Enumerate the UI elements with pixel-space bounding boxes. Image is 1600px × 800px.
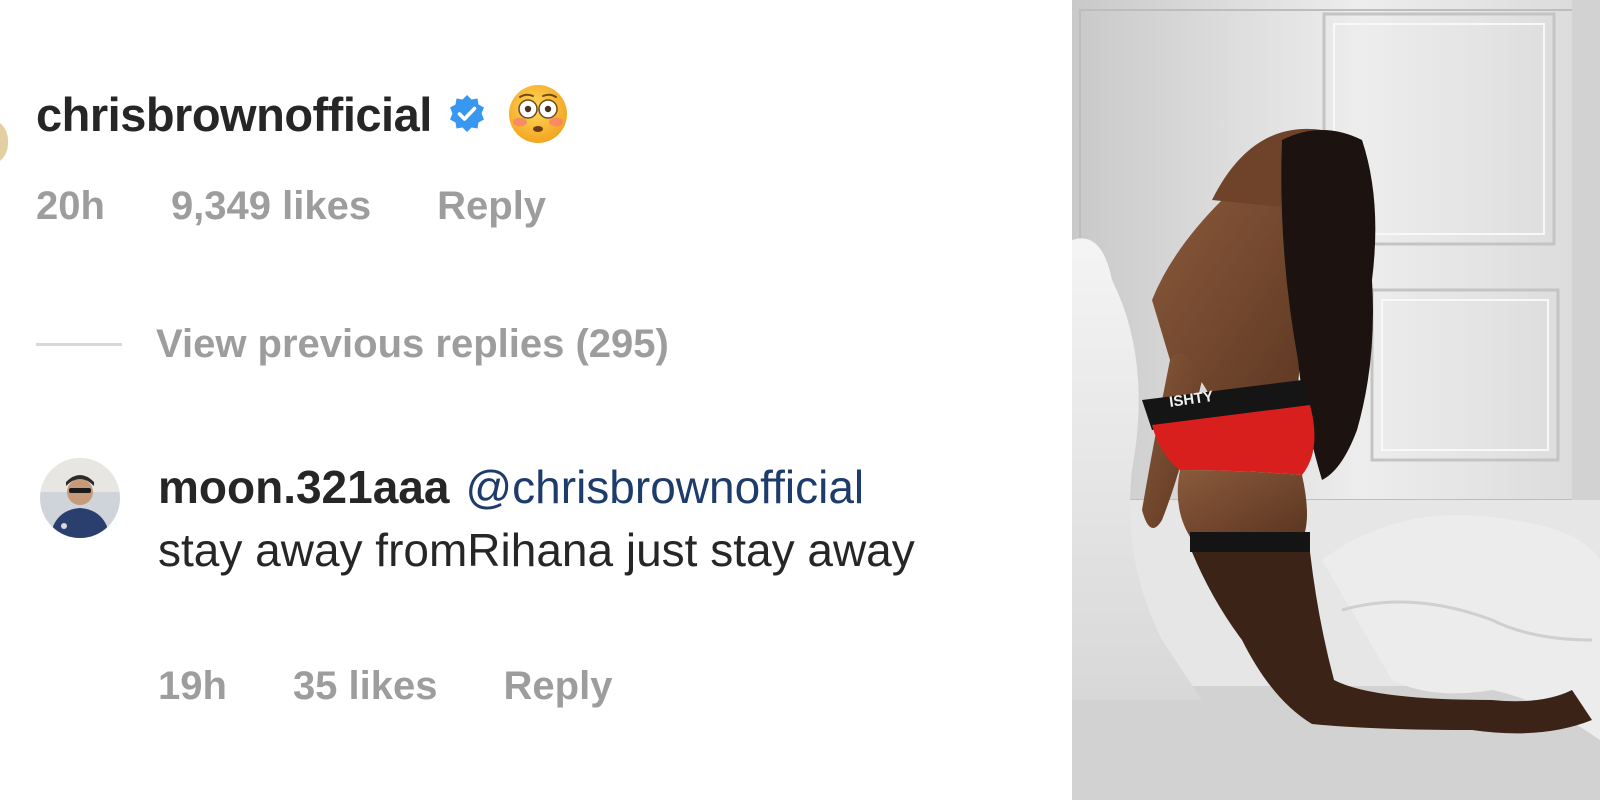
reply-reply-button[interactable]: Reply	[504, 664, 613, 709]
replies-divider	[36, 343, 122, 346]
flushed-face-emoji	[506, 82, 570, 146]
reply-avatar[interactable]	[40, 458, 120, 538]
photo-panel: ISHTY	[1072, 0, 1600, 800]
reply-mention-link[interactable]: @chrisbrownofficial	[465, 461, 864, 513]
verified-badge-icon	[446, 93, 488, 135]
comment-meta: 20h 9,349 likes Reply	[36, 184, 546, 229]
view-previous-replies-button[interactable]: View previous replies (295)	[36, 322, 669, 367]
reply-text: stay away fromRihana just stay away	[158, 524, 915, 576]
comment-username[interactable]: chrisbrownofficial	[36, 87, 432, 142]
view-previous-replies-label: View previous replies (295)	[156, 322, 669, 366]
photo-image: ISHTY	[1072, 0, 1600, 800]
reply-likes[interactable]: 35 likes	[293, 664, 438, 709]
comment-reply-button[interactable]: Reply	[437, 184, 546, 229]
comment-header: chrisbrownofficial	[36, 82, 570, 146]
comment-time: 20h	[36, 184, 105, 228]
reply-username[interactable]: moon.321aaa	[158, 461, 449, 513]
reply-comment-body: moon.321aaa @chrisbrownofficial stay away…	[158, 456, 1038, 582]
cropped-avatar	[0, 118, 8, 166]
comments-panel: chrisbrownofficial 20h 9,349 likes Reply…	[0, 0, 1072, 800]
comment-likes[interactable]: 9,349 likes	[171, 184, 371, 229]
reply-meta: 19h 35 likes Reply	[158, 664, 612, 709]
reply-time: 19h	[158, 664, 227, 708]
